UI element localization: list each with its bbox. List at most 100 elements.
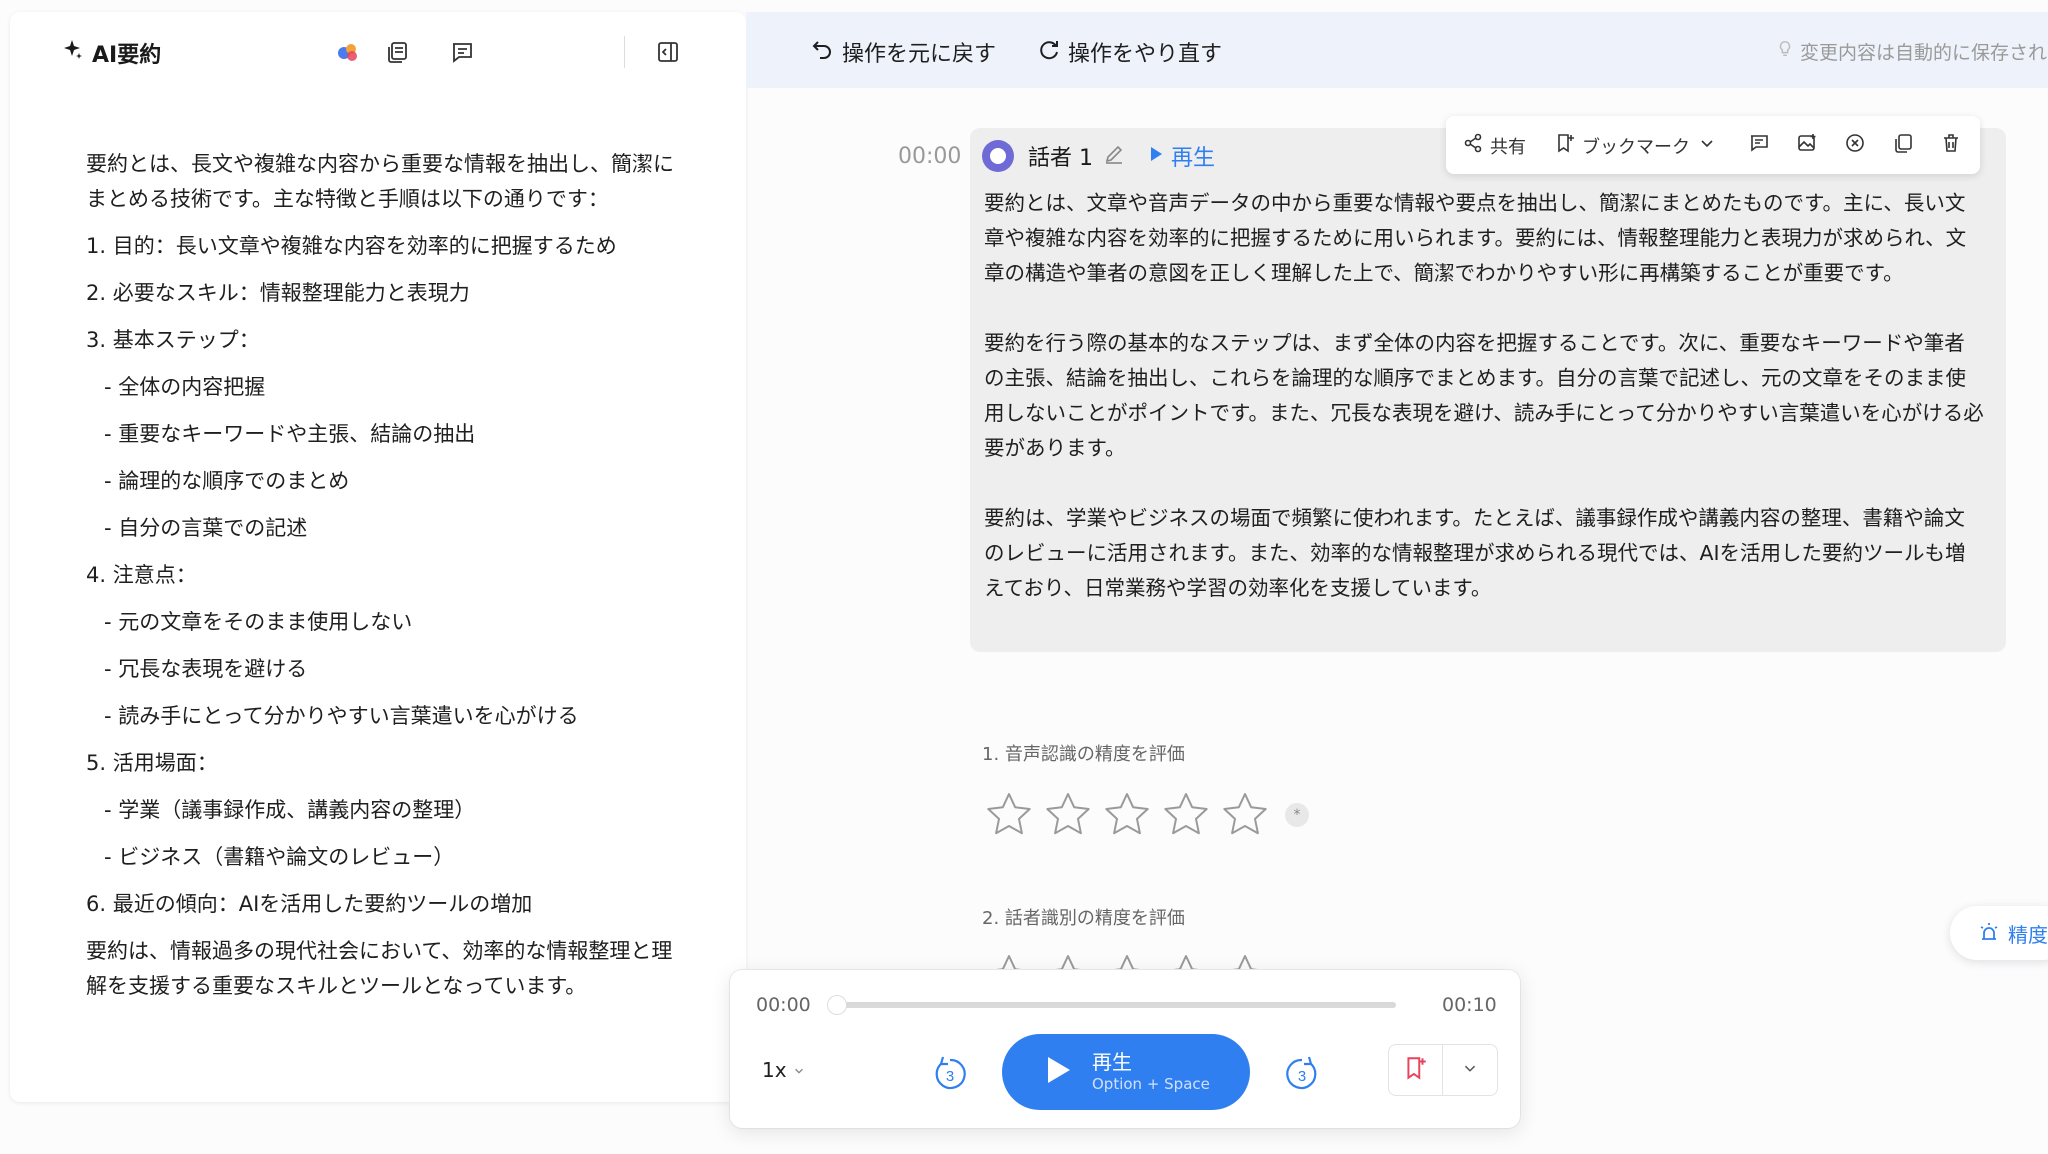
svg-text:3: 3 (1298, 1068, 1306, 1085)
summary-subitem: - 論理的な順序でのまとめ (104, 469, 350, 493)
forward-3-icon: 3 (1286, 1056, 1317, 1090)
copy-segment-button[interactable] (1892, 132, 1914, 159)
redo-label: 操作をやり直す (1068, 42, 1223, 67)
delete-segment-button[interactable] (1940, 132, 1962, 159)
rewind-3-icon: 3 (935, 1056, 966, 1090)
comment-segment-button[interactable] (1748, 132, 1770, 159)
editor-topbar: 操作を元に戻す 操作をやり直す 変更内容は自動的に保存され (746, 12, 2048, 88)
star-icon[interactable] (1043, 952, 1093, 972)
summary-item: 6. 最近の傾向：AIを活用した要約ツールの増加 (86, 892, 533, 916)
app-root: AI要約 要約とは、長文や複雑な内容から重要な情報を抽出し、簡潔にまとめる技術で… (0, 0, 2048, 1154)
star-icon[interactable] (1102, 952, 1152, 972)
star-icon[interactable] (1102, 790, 1152, 840)
speed-label: 1x (762, 1058, 787, 1082)
collapse-panel-icon[interactable] (654, 38, 682, 66)
bookmark-plus-icon (1403, 1055, 1429, 1085)
chevron-down-icon (1696, 132, 1718, 159)
progress-bar[interactable] (828, 996, 1396, 1014)
undo-label: 操作を元に戻す (842, 42, 997, 67)
message-icon (1748, 132, 1770, 159)
copy-summary-icon[interactable] (384, 38, 412, 66)
star-icon[interactable] (984, 952, 1034, 972)
forward-button[interactable]: 3 (1282, 1054, 1322, 1094)
play-shortcut: Option + Space (1092, 1075, 1210, 1093)
transcript-paragraph: 要約を行う際の基本的なステップは、まず全体の内容を把握することです。次に、重要な… (984, 331, 1984, 460)
required-marker: * (1285, 803, 1309, 827)
autosave-status: 変更内容は自動的に保存され (1776, 38, 2047, 65)
summary-subitem: - 元の文章をそのまま使用しない (104, 610, 413, 634)
play-icon (1040, 1053, 1074, 1091)
speaker-avatar[interactable] (982, 140, 1014, 172)
summary-intro: 要約とは、長文や複雑な内容から重要な情報を抽出し、簡潔にまとめる技術です。主な特… (86, 152, 674, 211)
bookmark-dropdown[interactable]: ブックマーク (1554, 132, 1718, 159)
current-time: 00:00 (756, 994, 811, 1016)
segment-play-button[interactable]: 再生 (1147, 140, 1215, 172)
transcript-segment[interactable]: 話者 1 再生 要約とは、文章や音声データの中から重要な情報や要点を抽出し、簡潔… (970, 128, 2006, 652)
summary-item: 2. 必要なスキル：情報整理能力と表現力 (86, 281, 470, 305)
progress-handle[interactable] (828, 996, 846, 1014)
bookmark-add-icon (1554, 132, 1576, 159)
share-button[interactable]: 共有 (1462, 132, 1526, 159)
rating-stars-2 (984, 952, 1270, 972)
summary-subitem: - 読み手にとって分かりやすい言葉遣いを心がける (104, 704, 579, 728)
header-divider (624, 36, 625, 68)
speaker-row: 話者 1 再生 (982, 140, 1215, 172)
summary-item: 5. 活用場面： (86, 751, 218, 775)
rating-question-1: 1. 音声認識の精度を評価 (982, 744, 1185, 765)
star-icon[interactable] (984, 790, 1034, 840)
segment-timestamp[interactable]: 00:00 (898, 144, 961, 169)
star-icon[interactable] (1220, 952, 1270, 972)
share-icon (1462, 132, 1484, 159)
ai-assistant-icon[interactable] (334, 38, 362, 66)
star-icon[interactable] (1161, 952, 1211, 972)
remove-filler-button[interactable] (1844, 132, 1866, 159)
bookmark-menu-button[interactable] (1443, 1045, 1497, 1095)
close-circle-icon (1844, 132, 1866, 159)
redo-button[interactable]: 操作をやり直す (1036, 36, 1222, 68)
transcript-paragraph: 要約は、学業やビジネスの場面で頻繁に使われます。たとえば、議事録作成や講義内容の… (984, 506, 1966, 600)
speed-selector[interactable]: 1x (762, 1058, 805, 1082)
undo-icon (810, 37, 834, 67)
pencil-icon[interactable] (1103, 143, 1125, 169)
comment-icon[interactable] (448, 38, 476, 66)
rating-question-2: 2. 話者識別の精度を評価 (982, 908, 1185, 929)
star-icon[interactable] (1220, 790, 1270, 840)
transcript-text[interactable]: 要約とは、文章や音声データの中から重要な情報や要点を抽出し、簡潔にまとめたもので… (984, 186, 1984, 641)
summary-subitem: - 自分の言葉での記述 (104, 516, 308, 540)
chevron-down-icon (793, 1058, 805, 1082)
audio-player: 00:00 00:10 1x 3 再生 Option + Space 3 (730, 970, 1520, 1128)
rewind-button[interactable]: 3 (930, 1054, 970, 1094)
image-icon (1796, 132, 1818, 159)
play-label: 再生 (1092, 1050, 1132, 1074)
undo-button[interactable]: 操作を元に戻す (810, 36, 996, 68)
trash-icon (1940, 132, 1962, 159)
bookmark-label: ブックマーク (1582, 136, 1690, 158)
chevron-down-icon (1460, 1058, 1480, 1082)
summary-subitem: - 重要なキーワードや主張、結論の抽出 (104, 422, 476, 446)
segment-toolbar: 共有 ブックマーク (1446, 116, 1980, 174)
insert-image-button[interactable] (1796, 132, 1818, 159)
transcript-paragraph: 要約とは、文章や音声データの中から重要な情報や要点を抽出し、簡潔にまとめたもので… (984, 191, 1967, 285)
ai-summary-panel: AI要約 要約とは、長文や複雑な内容から重要な情報を抽出し、簡潔にまとめる技術で… (10, 12, 746, 1102)
bookmark-control (1388, 1044, 1498, 1096)
star-icon[interactable] (1043, 790, 1093, 840)
summary-subitem: - 学業（議事録作成、講義内容の整理） (104, 798, 476, 822)
accuracy-button[interactable]: 精度 (1950, 906, 2048, 960)
summary-subitem: - ビジネス（書籍や論文のレビュー） (104, 845, 455, 869)
redo-icon (1036, 37, 1060, 67)
add-bookmark-button[interactable] (1389, 1045, 1443, 1095)
summary-item: 1. 目的：長い文章や複雑な内容を効率的に把握するため (86, 234, 617, 258)
summary-subitem: - 全体の内容把握 (104, 375, 266, 399)
panel-title: AI要約 (60, 37, 161, 69)
summary-subitem: - 冗長な表現を避ける (104, 657, 308, 681)
alarm-icon (1978, 920, 2000, 947)
play-button[interactable]: 再生 Option + Space (1002, 1034, 1250, 1110)
sparkle-icon (60, 38, 84, 68)
summary-body: 要約とは、長文や複雑な内容から重要な情報を抽出し、簡潔にまとめる技術です。主な特… (86, 147, 676, 1016)
panel-title-text: AI要約 (92, 43, 162, 68)
lightbulb-icon (1776, 40, 1794, 63)
star-icon[interactable] (1161, 790, 1211, 840)
speaker-name[interactable]: 話者 1 (1028, 140, 1093, 172)
summary-item: 3. 基本ステップ： (86, 328, 260, 352)
segment-play-label: 再生 (1171, 146, 1216, 171)
